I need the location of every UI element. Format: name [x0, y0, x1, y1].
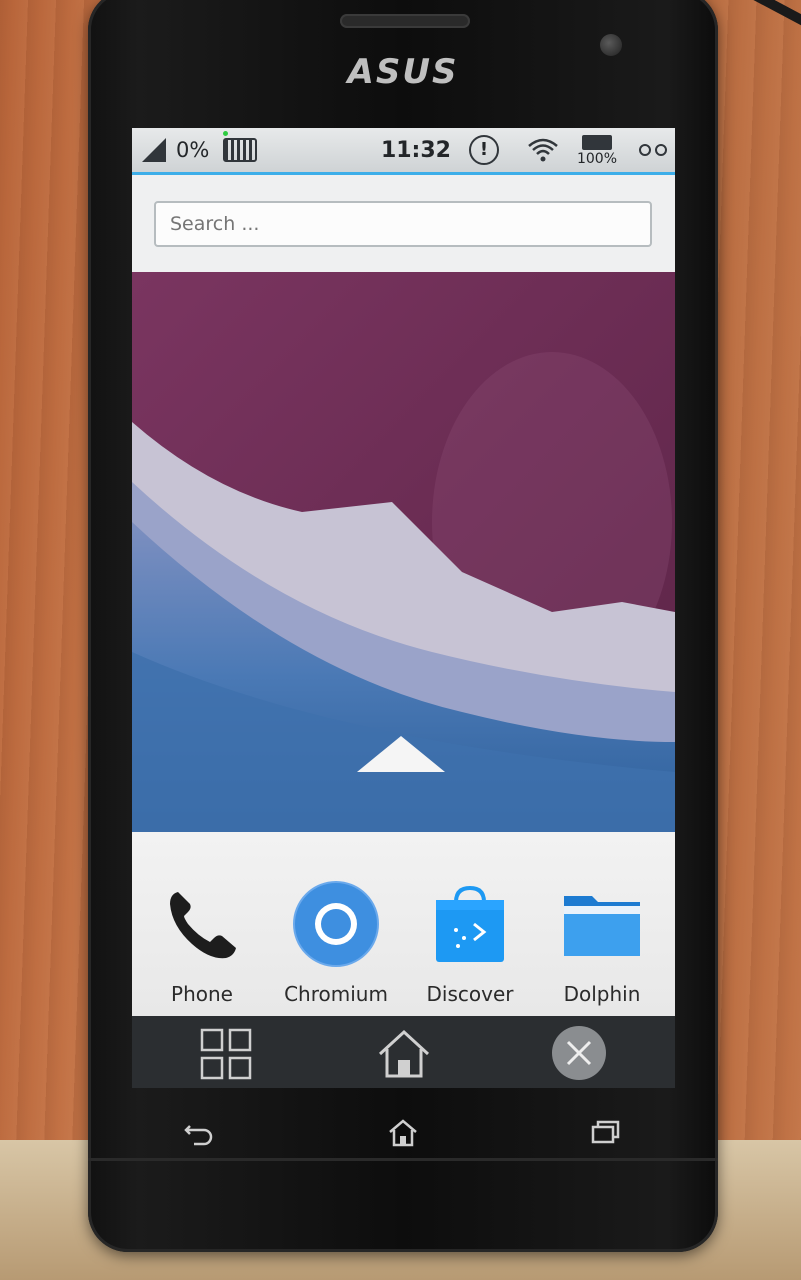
clock: 11:32	[380, 137, 451, 163]
earpiece-speaker	[340, 14, 470, 28]
close-icon[interactable]	[552, 1026, 606, 1080]
signal-percent: 0%	[176, 138, 210, 162]
phone-icon	[170, 892, 236, 959]
discover-icon	[436, 885, 504, 962]
chromium-icon	[293, 881, 379, 967]
phone-screen: 0% 11:32 ! 100% Search ... Phone Chromiu…	[132, 128, 675, 1088]
back-icon[interactable]	[182, 1116, 216, 1150]
status-bar: 0% 11:32 ! 100%	[132, 128, 675, 175]
battery-percent: 100%	[576, 150, 617, 167]
keyboard-icon[interactable]	[223, 131, 258, 162]
app-grid-icon[interactable]	[198, 1026, 254, 1082]
search-input[interactable]	[154, 201, 652, 247]
dock-app-dolphin[interactable]: Dolphin	[542, 880, 662, 1006]
dock-app-label: Discover	[426, 982, 514, 1006]
folder-icon	[564, 896, 640, 956]
dock-app-discover[interactable]: Discover	[410, 880, 530, 1006]
dock-app-label: Dolphin	[563, 982, 641, 1006]
battery-indicator[interactable]: 100%	[576, 134, 617, 167]
brand-logo: ASUS	[347, 52, 459, 92]
navigation-panel	[132, 1016, 675, 1088]
home-icon[interactable]	[376, 1026, 432, 1082]
dock-app-label: Phone	[171, 982, 233, 1006]
chin-edge	[88, 1158, 718, 1161]
app-dock: Phone Chromium Discover Dolphin	[132, 832, 675, 1016]
cell-signal-icon	[142, 138, 166, 162]
dock-app-phone[interactable]: Phone	[142, 880, 262, 1006]
recent-apps-icon[interactable]	[589, 1116, 623, 1150]
wifi-icon[interactable]	[527, 137, 559, 163]
warning-icon[interactable]: !	[468, 135, 499, 165]
dock-app-label: Chromium	[284, 982, 388, 1006]
dock-app-chromium[interactable]: Chromium	[276, 880, 396, 1006]
home-icon[interactable]	[386, 1116, 420, 1150]
search-bar	[132, 175, 675, 272]
battery-icon	[581, 134, 612, 150]
overflow-menu-icon[interactable]	[639, 144, 667, 156]
up-arrow-icon[interactable]	[357, 736, 445, 772]
